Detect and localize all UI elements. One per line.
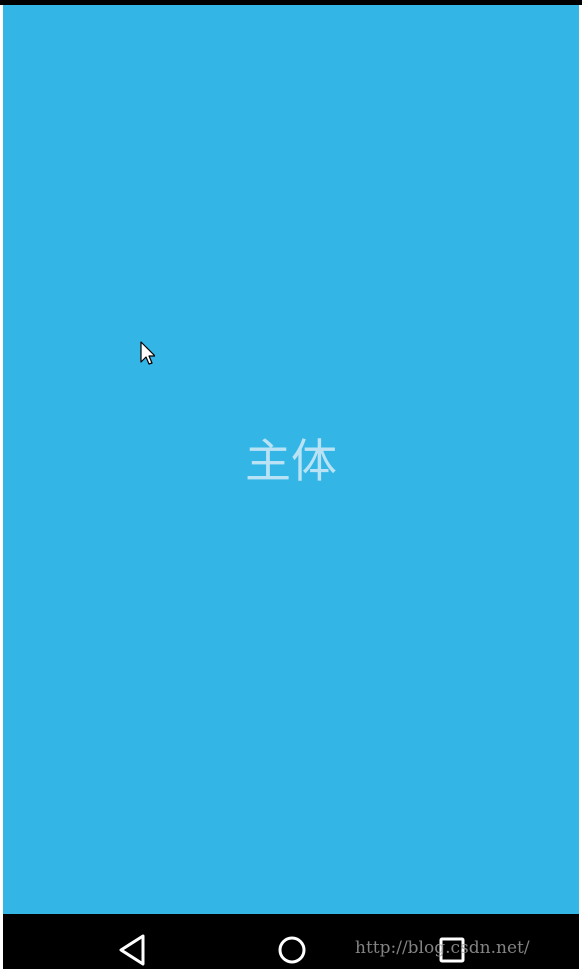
device-screen: 主体 http://blog.csdn.net/ bbox=[0, 0, 582, 969]
body-label: 主体 bbox=[245, 434, 337, 488]
watermark-text: http://blog.csdn.net/ bbox=[355, 938, 530, 958]
home-circle-icon[interactable] bbox=[274, 932, 310, 968]
main-content-area[interactable]: 主体 bbox=[3, 5, 579, 914]
back-triangle-icon[interactable] bbox=[114, 932, 150, 968]
mouse-pointer-icon bbox=[140, 341, 155, 365]
